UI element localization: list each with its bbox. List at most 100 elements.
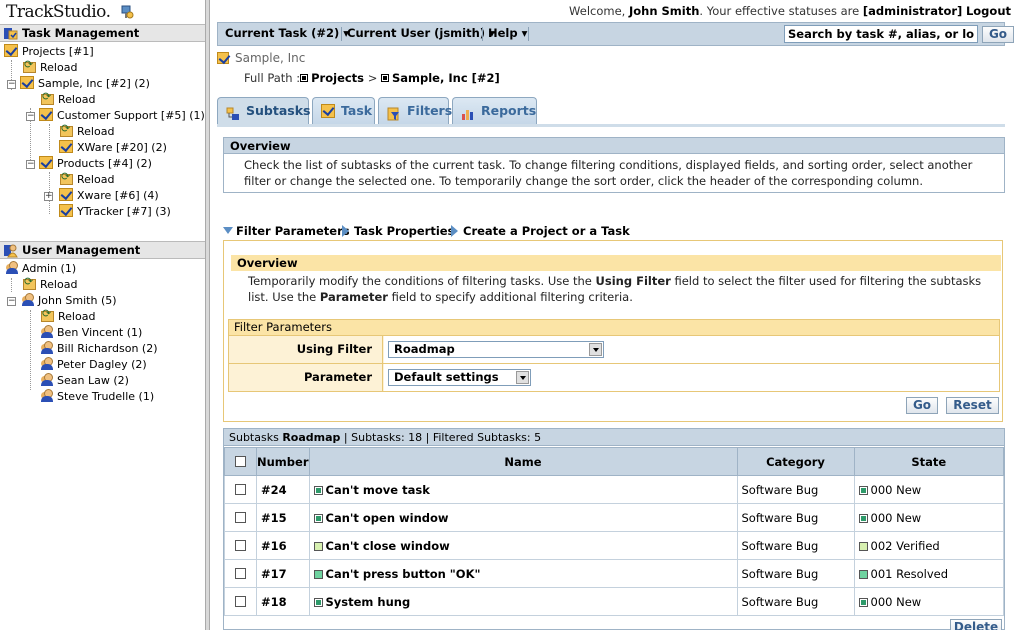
table-row[interactable]: #24 Can't move task Software Bug 000 New xyxy=(224,475,1004,504)
tree-item-reload[interactable]: Reload xyxy=(22,57,77,76)
task-state: 000 New xyxy=(870,482,922,497)
filter-reset-button[interactable]: Reset xyxy=(946,397,999,414)
state-color-icon xyxy=(858,485,868,495)
filter-params-title: Filter Parameters xyxy=(228,319,1000,336)
current-user-menu[interactable]: Current User (jsmith) ▾ xyxy=(347,26,495,40)
overview-title: Overview xyxy=(224,138,1004,154)
select-all-checkbox[interactable] xyxy=(235,455,246,467)
task-name[interactable]: Can't move task xyxy=(326,483,430,497)
task-name-cell[interactable]: Can't open window xyxy=(308,503,738,532)
search-input[interactable] xyxy=(784,25,978,43)
tree-item-peter-dagley[interactable]: Peter Dagley (2) xyxy=(39,357,147,373)
subtasks-panel: Subtasks Roadmap | Subtasks: 18 | Filter… xyxy=(223,428,1005,630)
task-name[interactable]: Can't open window xyxy=(326,511,449,525)
user-group-icon xyxy=(20,293,34,306)
tree-item-reload[interactable]: Reload xyxy=(22,274,77,293)
tree-item-sample-inc[interactable]: Sample, Inc [#2] (2) xyxy=(20,76,150,92)
task-name-cell[interactable]: System hung xyxy=(308,587,738,616)
column-name[interactable]: Name xyxy=(308,447,738,476)
table-row[interactable]: #18 System hung Software Bug 000 New xyxy=(224,587,1004,616)
task-number[interactable]: #17 xyxy=(256,559,310,588)
task-category: Software Bug xyxy=(736,587,855,616)
state-color-icon xyxy=(313,569,323,579)
tree-item-reload[interactable]: Reload xyxy=(59,169,114,188)
collapse-toggle[interactable]: − xyxy=(7,80,16,89)
tree-item-john-smith[interactable]: John Smith (5) xyxy=(20,293,117,309)
task-number[interactable]: #15 xyxy=(256,503,310,532)
tab-reports[interactable]: Reports xyxy=(452,97,537,124)
tree-item-ytracker[interactable]: YTracker [#7] (3) xyxy=(59,204,171,220)
task-number[interactable]: #18 xyxy=(256,587,310,616)
task-name[interactable]: Can't close window xyxy=(326,539,450,553)
tree-item-steve-trudelle[interactable]: Steve Trudelle (1) xyxy=(39,389,154,405)
row-checkbox[interactable] xyxy=(235,483,246,495)
menu-divider xyxy=(528,27,529,41)
tab-subtasks[interactable]: Subtasks xyxy=(217,97,310,125)
task-name[interactable]: System hung xyxy=(326,595,411,609)
logout-link[interactable]: Logout xyxy=(966,4,1011,18)
collapse-toggle[interactable]: − xyxy=(7,297,16,306)
task-name[interactable]: Can't press button "OK" xyxy=(326,567,481,581)
pin-icon[interactable] xyxy=(120,5,134,19)
current-task-menu[interactable]: Current Task (#2) ▾ xyxy=(225,26,349,40)
task-number[interactable]: #24 xyxy=(256,475,310,504)
task-state-cell: 000 New xyxy=(853,503,1004,532)
column-category[interactable]: Category xyxy=(736,447,855,476)
column-state[interactable]: State xyxy=(853,447,1004,476)
task-name-cell[interactable]: Can't press button "OK" xyxy=(308,559,738,588)
tab-filters[interactable]: Filters xyxy=(378,97,452,124)
filter-parameters-link[interactable]: Filter Parameters xyxy=(223,224,350,238)
create-project-or-task-link[interactable]: Create a Project or a Task xyxy=(451,224,630,238)
left-navigation-pane: TrackStudio. Task Management Projects [#… xyxy=(0,0,205,630)
task-name-cell[interactable]: Can't move task xyxy=(308,475,738,504)
filter-go-button[interactable]: Go xyxy=(906,397,938,414)
tree-item-xware-6[interactable]: Xware [#6] (4) xyxy=(59,188,159,204)
tree-item-ben-vincent[interactable]: Ben Vincent (1) xyxy=(39,325,142,341)
delete-button[interactable]: Delete xyxy=(950,619,1002,630)
row-select-cell xyxy=(224,559,257,588)
tab-task[interactable]: Task xyxy=(312,97,375,124)
tree-item-reload[interactable]: Reload xyxy=(40,306,95,325)
table-row[interactable]: #15 Can't open window Software Bug 000 New xyxy=(224,503,1004,532)
reload-icon xyxy=(22,274,36,290)
row-checkbox[interactable] xyxy=(235,595,246,607)
tree-item-sean-law[interactable]: Sean Law (2) xyxy=(39,373,129,389)
breadcrumb-projects[interactable]: Projects xyxy=(311,71,364,85)
tree-item-projects[interactable]: Projects [#1] xyxy=(4,44,94,60)
reload-icon xyxy=(40,306,54,322)
task-category: Software Bug xyxy=(736,475,855,504)
collapse-toggle[interactable]: − xyxy=(26,160,35,169)
column-number[interactable]: Number xyxy=(256,447,310,476)
state-color-icon xyxy=(858,569,868,579)
parameter-select[interactable]: Default settings xyxy=(388,369,531,386)
task-properties-link[interactable]: Task Properties xyxy=(342,224,454,238)
using-filter-select[interactable]: Roadmap xyxy=(388,341,604,358)
task-number[interactable]: #16 xyxy=(256,531,310,560)
tree-item-reload[interactable]: Reload xyxy=(59,121,114,140)
state-color-icon xyxy=(858,597,868,607)
chevron-down-icon: ▾ xyxy=(521,26,528,40)
task-state: 000 New xyxy=(870,510,922,525)
collapse-toggle[interactable]: − xyxy=(26,112,35,121)
tree-item-xware-20[interactable]: XWare [#20] (2) xyxy=(59,140,167,156)
filter-overview-text: Temporarily modify the conditions of fil… xyxy=(248,274,982,304)
row-checkbox[interactable] xyxy=(235,567,246,579)
tree-item-reload[interactable]: Reload xyxy=(40,89,95,108)
search-go-button[interactable]: Go xyxy=(982,26,1014,43)
row-checkbox[interactable] xyxy=(235,511,246,523)
row-checkbox[interactable] xyxy=(235,539,246,551)
tree-item-products[interactable]: Products [#4] (2) xyxy=(39,156,152,172)
subtasks-icon xyxy=(226,104,240,120)
tree-item-bill-richardson[interactable]: Bill Richardson (2) xyxy=(39,341,158,357)
table-row[interactable]: #17 Can't press button "OK" Software Bug 00… xyxy=(224,559,1004,588)
tree-item-admin[interactable]: Admin (1) xyxy=(4,261,76,277)
task-category: Software Bug xyxy=(736,503,855,532)
task-icon xyxy=(4,44,18,57)
table-row[interactable]: #16 Can't close window Software Bug 002 Ver… xyxy=(224,531,1004,560)
parameter-label: Parameter xyxy=(229,364,383,391)
help-menu[interactable]: Help ▾ xyxy=(488,26,527,40)
expand-toggle[interactable]: + xyxy=(44,192,53,201)
current-filter-name: Roadmap xyxy=(282,431,341,444)
breadcrumb-sample-inc[interactable]: Sample, Inc [#2] xyxy=(392,71,500,85)
task-name-cell[interactable]: Can't close window xyxy=(308,531,738,560)
